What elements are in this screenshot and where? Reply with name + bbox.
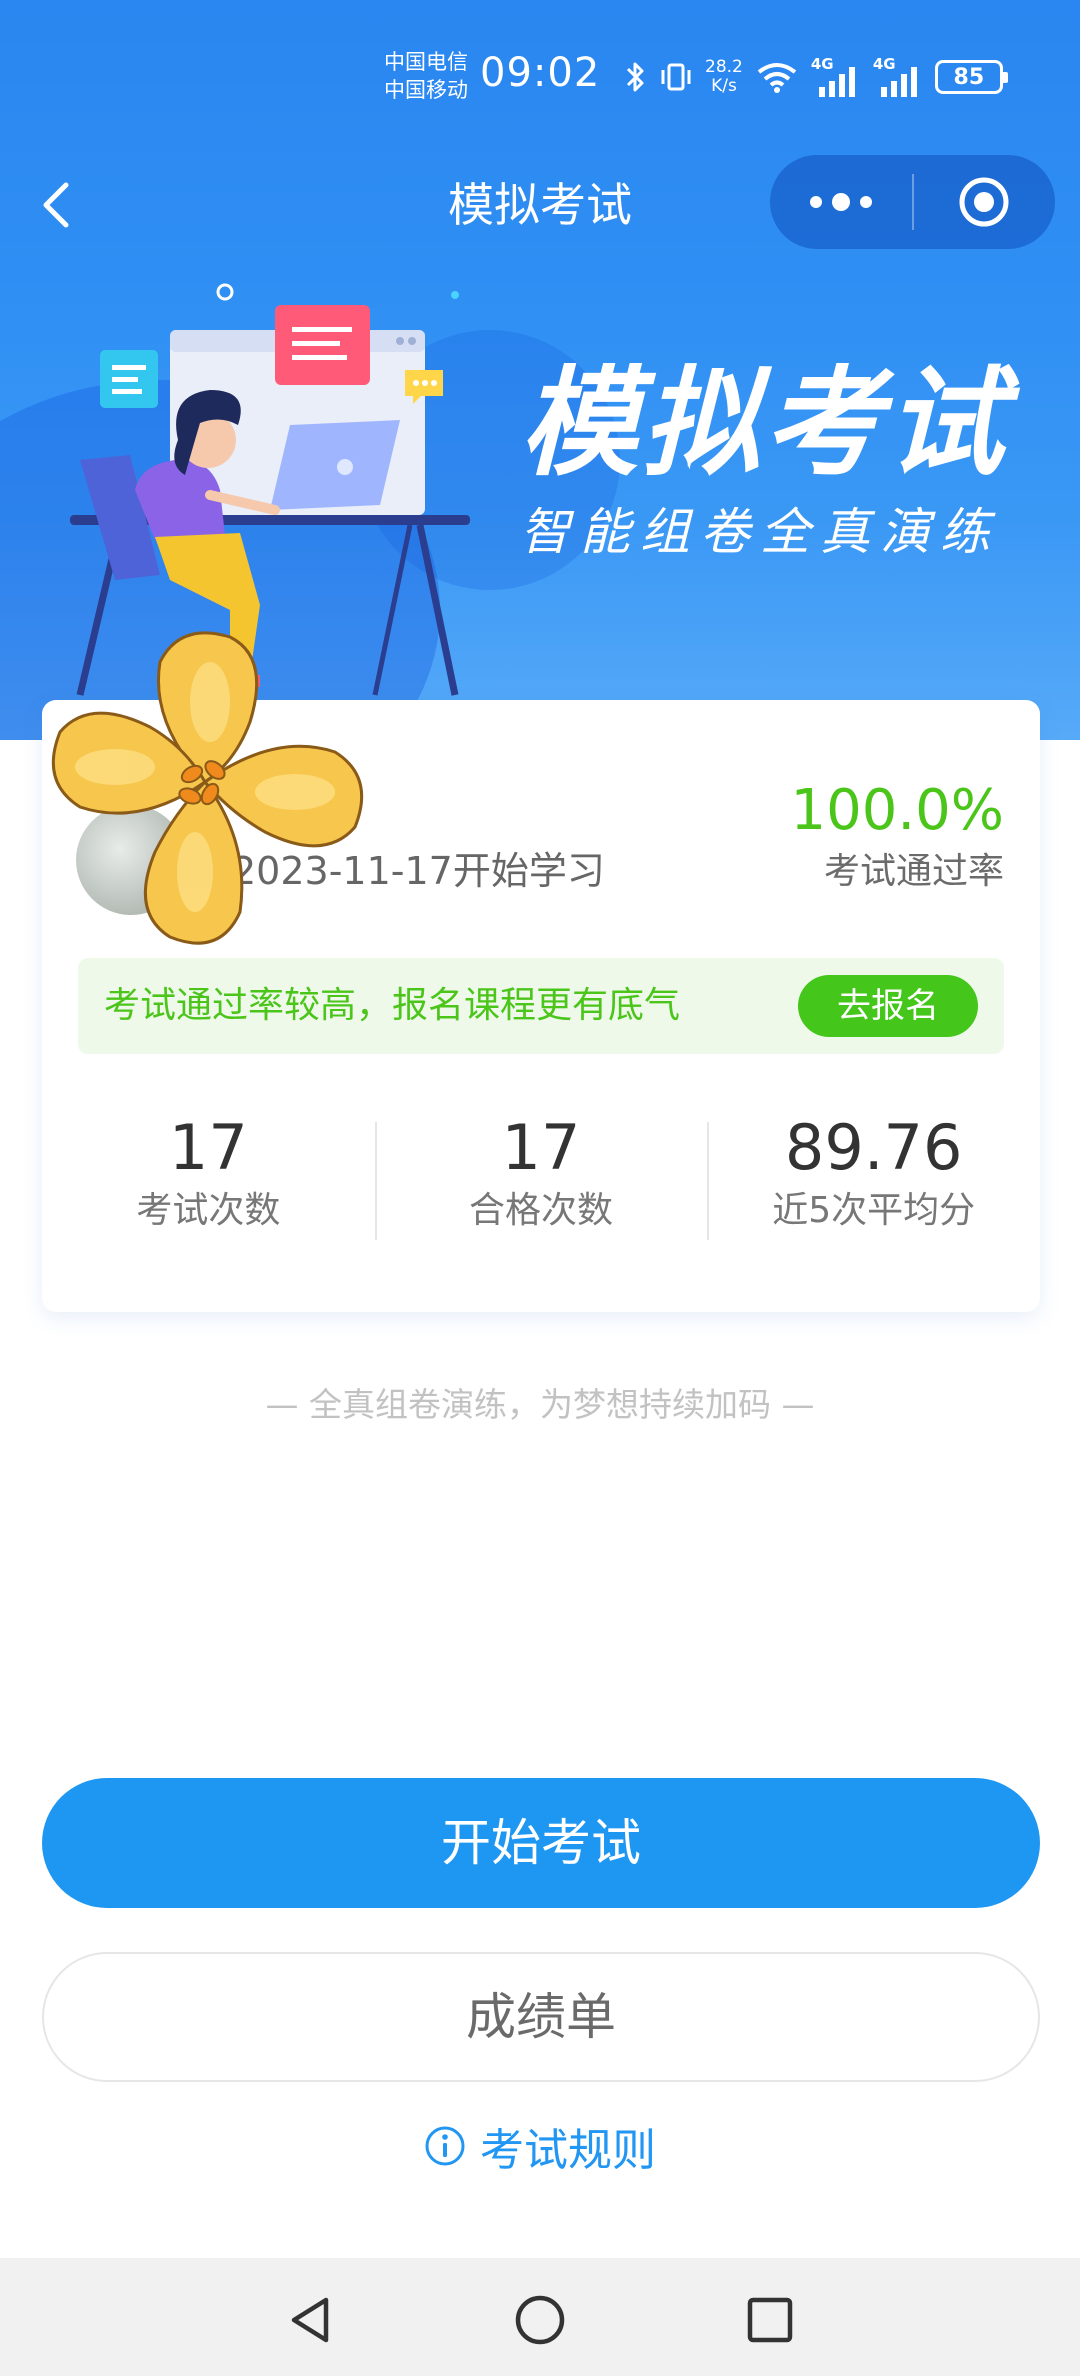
signal-bars-icon xyxy=(880,67,917,97)
mock-exam-page: 中国电信 中国移动 09:02 28.2 K/s 4G 4G 85 模拟考试 模… xyxy=(0,0,1080,2376)
carrier-1: 中国电信 xyxy=(384,50,468,74)
flower-sticker xyxy=(51,631,364,945)
square-recents-icon xyxy=(747,2297,793,2343)
report-card-button[interactable]: 成绩单 xyxy=(42,1952,1040,2082)
enroll-button[interactable]: 去报名 xyxy=(798,975,978,1037)
stat-pass-count: 17 合格次数 xyxy=(374,1110,708,1240)
stats-row: 17 考试次数 17 合格次数 89.76 近5次平均分 xyxy=(42,1110,1040,1240)
banner-title: 模拟考试 xyxy=(520,354,1009,492)
back-button[interactable] xyxy=(38,170,88,240)
signal-bars-icon xyxy=(818,67,855,97)
system-home-button[interactable] xyxy=(500,2280,580,2360)
stat-average-score: 89.76 近5次平均分 xyxy=(707,1110,1040,1240)
start-exam-button[interactable]: 开始考试 xyxy=(42,1778,1040,1908)
promo-banner: 考试通过率较高，报名课程更有底气 去报名 xyxy=(78,958,1004,1054)
target-circle-icon xyxy=(959,177,1009,227)
stat-value: 17 xyxy=(501,1111,581,1184)
status-icons: 28.2 K/s 4G 4G 85 xyxy=(625,52,1008,102)
banner-subtitle: 智能组卷全真演练 xyxy=(520,503,1000,561)
stat-value: 89.76 xyxy=(784,1111,963,1184)
clock: 09:02 xyxy=(480,50,601,96)
stat-label: 近5次平均分 xyxy=(772,1190,976,1231)
wifi-icon xyxy=(757,63,797,93)
more-button[interactable] xyxy=(770,155,912,249)
circle-home-icon xyxy=(515,2295,565,2345)
close-button[interactable] xyxy=(914,155,1056,249)
exam-rules-link[interactable]: 考试规则 xyxy=(0,2116,1080,2176)
pass-rate-label: 考试通过率 xyxy=(823,851,1004,892)
triangle-back-icon xyxy=(291,2297,329,2343)
battery-indicator: 85 xyxy=(934,60,1008,94)
chevron-left-icon xyxy=(43,182,69,228)
system-nav-bar xyxy=(0,2258,1080,2376)
status-bar: 中国电信 中国移动 09:02 28.2 K/s 4G 4G 85 xyxy=(0,0,1080,150)
carrier-names: 中国电信 中国移动 xyxy=(384,48,484,104)
system-recents-button[interactable] xyxy=(730,2280,810,2360)
net-speed-value: 28.2 xyxy=(705,57,743,77)
net-speed: 28.2 K/s xyxy=(705,58,743,96)
net-speed-unit: K/s xyxy=(711,76,737,96)
stat-exam-count: 17 考试次数 xyxy=(42,1110,375,1240)
carrier-2: 中国移动 xyxy=(384,78,468,102)
bluetooth-icon xyxy=(626,62,644,92)
vibrate-icon xyxy=(661,63,691,91)
system-back-button[interactable] xyxy=(270,2280,350,2360)
info-icon xyxy=(425,2126,465,2166)
stat-label: 合格次数 xyxy=(469,1190,614,1231)
more-dots-icon xyxy=(809,193,872,211)
slogan: — 全真组卷演练，为梦想持续加码 — xyxy=(265,1385,815,1424)
stat-value: 17 xyxy=(168,1111,248,1184)
cell-signal-2: 4G xyxy=(873,55,923,97)
promo-text: 考试通过率较高，报名课程更有底气 xyxy=(104,985,681,1026)
stat-label: 考试次数 xyxy=(136,1190,281,1231)
exam-rules-label: 考试规则 xyxy=(480,2125,656,2176)
cell-signal-1: 4G xyxy=(811,55,861,97)
mini-program-capsule xyxy=(770,155,1055,249)
pass-rate-value: 100.0% xyxy=(790,778,1004,843)
